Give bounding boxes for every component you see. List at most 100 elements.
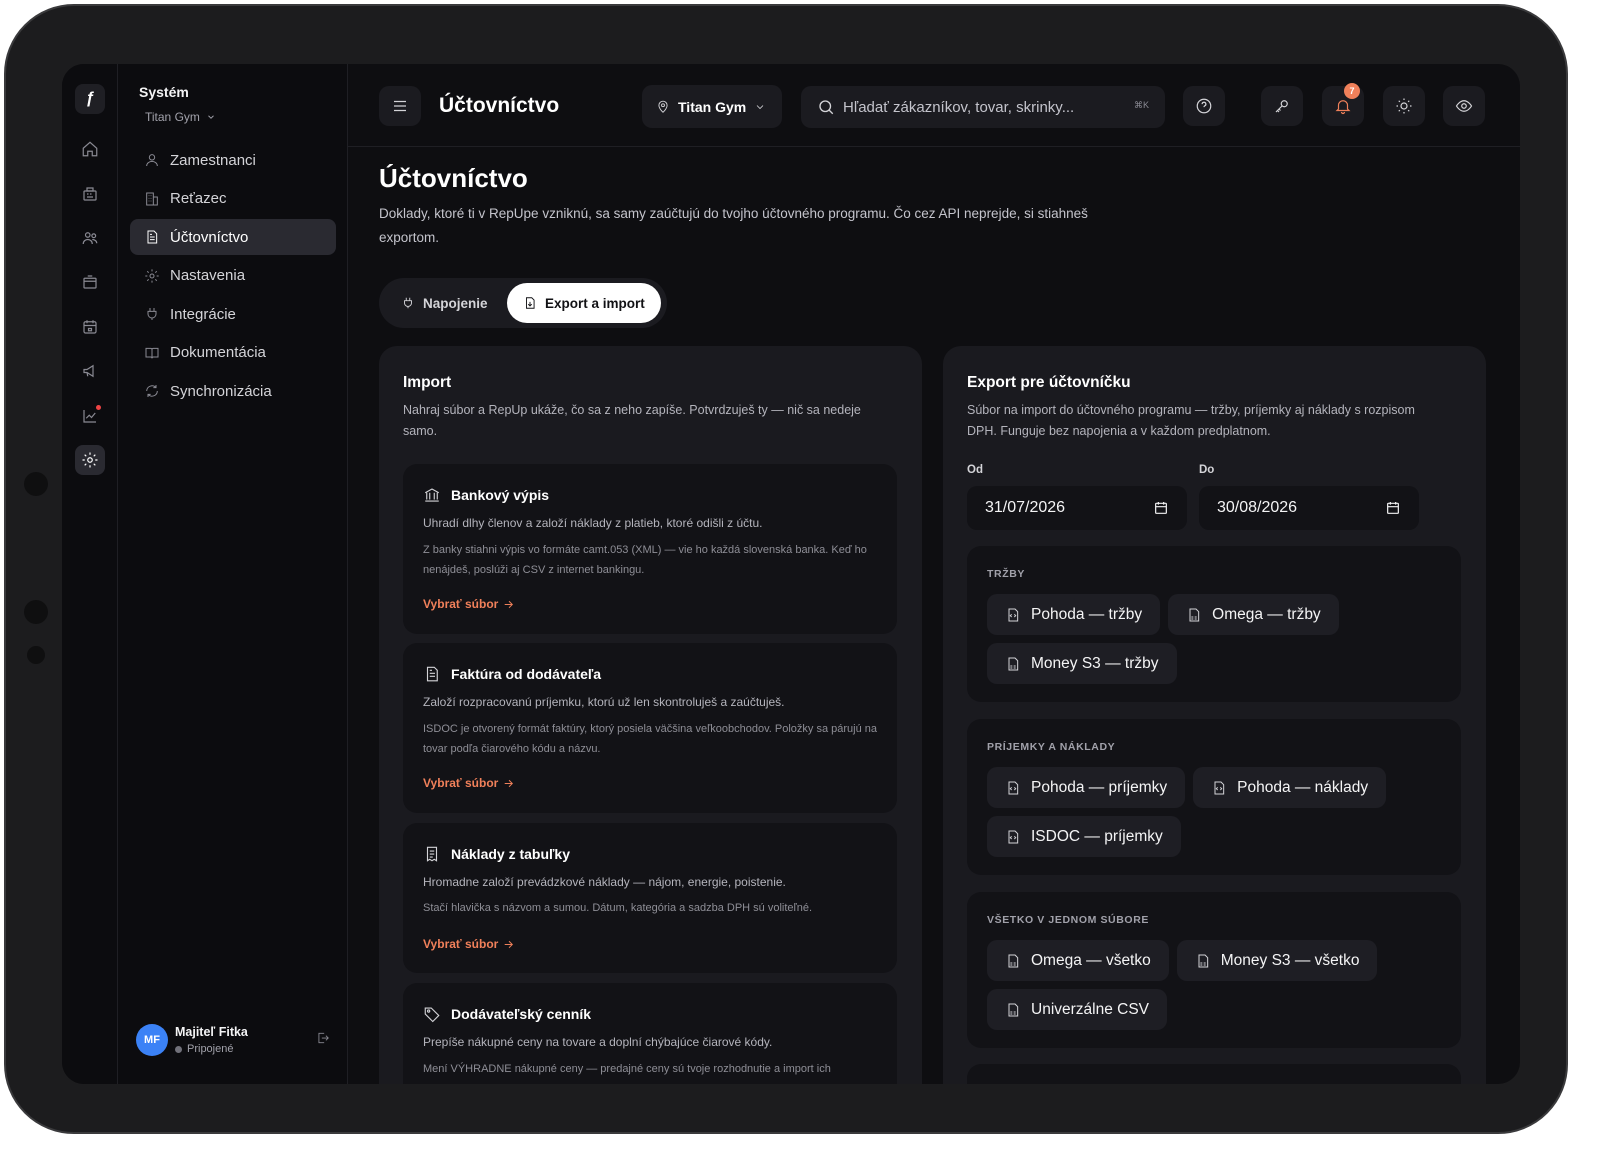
hamburger-icon xyxy=(394,100,406,112)
gear-icon xyxy=(145,268,159,283)
date-to-label: Do xyxy=(1199,464,1215,476)
export-money-vsetko-button[interactable]: Money S3 — všetko xyxy=(1176,940,1378,981)
document-icon xyxy=(147,230,158,244)
user-status-label: Pripojené xyxy=(187,1043,234,1055)
export-group-prijemky: PRÍJEMKY A NÁKLADY Pohoda — príjemky Poh… xyxy=(967,719,1461,875)
tab-export-import[interactable]: Export a import xyxy=(507,283,661,323)
status-dot xyxy=(175,1045,182,1053)
user-profile[interactable]: MF Majiteľ Fitka Pripojené xyxy=(136,1022,332,1058)
sidebar-item-label: Dokumentácia xyxy=(170,344,266,361)
invoice-icon xyxy=(426,666,438,682)
logout-icon[interactable] xyxy=(316,1031,332,1047)
rail-store-icon[interactable] xyxy=(75,267,105,297)
export-pohoda-trzby-button[interactable]: Pohoda — tržby xyxy=(987,594,1161,635)
import-item-invoice: Faktúra od dodávateľa Založí rozpracovan… xyxy=(403,643,897,813)
sidebar-nav: Zamestnanci Reťazec Účtovníctvo Nastaven… xyxy=(130,142,336,412)
select-file-label: Vybrať súbor xyxy=(423,937,499,951)
import-item-detail: Z banky stiahni výpis vo formáte camt.05… xyxy=(423,544,867,576)
theme-toggle[interactable] xyxy=(1383,86,1425,126)
sidebar-item-synchronizacia[interactable]: Synchronizácia xyxy=(130,373,336,409)
privacy-toggle[interactable] xyxy=(1443,86,1485,126)
import-card: Import Nahraj súbor a RepUp ukáže, čo sa… xyxy=(379,346,922,1084)
import-item-title: Bankový výpis xyxy=(451,487,550,503)
export-isdoc-prijemky-button[interactable]: ISDOC — príjemky xyxy=(987,816,1181,857)
page-title: Účtovníctvo xyxy=(379,163,528,193)
export-card: Export pre účtovníčku Súbor na import do… xyxy=(943,346,1486,1084)
sidebar-item-label: Integrácie xyxy=(170,305,236,323)
building-icon xyxy=(146,192,158,205)
rail-register-icon[interactable] xyxy=(75,179,105,209)
sidebar-item-retazec[interactable]: Reťazec xyxy=(130,181,336,217)
avatar: MF xyxy=(136,1024,168,1056)
rail-home-icon[interactable] xyxy=(75,134,105,164)
chip-label: Pohoda — príjemky xyxy=(1031,778,1168,796)
sidebar-item-zamestnanci[interactable]: Zamestnanci xyxy=(130,142,336,178)
gym-switcher[interactable]: Titan Gym xyxy=(145,110,216,124)
keys-button[interactable] xyxy=(1261,86,1303,126)
menu-button[interactable] xyxy=(379,86,421,126)
search-shortcut: ⌘K xyxy=(1133,100,1149,110)
notifications-button[interactable]: 7 xyxy=(1322,83,1364,126)
export-pohoda-naklady-button[interactable]: Pohoda — náklady xyxy=(1193,767,1387,808)
select-file-link[interactable]: Vybrať súbor xyxy=(423,776,515,790)
xml-file-icon xyxy=(1008,830,1019,843)
select-file-link[interactable]: Vybrať súbor xyxy=(423,597,515,611)
bell-icon xyxy=(1335,100,1351,115)
rail-megaphone-icon[interactable] xyxy=(75,356,105,386)
import-item-summary: Hromadne založí prevádzkové náklady — ná… xyxy=(423,875,786,889)
icon-rail: ƒ xyxy=(62,64,118,1084)
sidebar-item-label: Zamestnanci xyxy=(170,151,256,169)
rail-members-icon[interactable] xyxy=(75,223,105,253)
import-item-title: Dodávateľský cenník xyxy=(451,1006,592,1022)
sidebar-item-integracie[interactable]: Integrácie xyxy=(130,296,336,332)
import-item-summary: Uhradí dlhy členov a založí náklady z pl… xyxy=(423,516,763,530)
date-to-value: 30/08/2026 xyxy=(1217,499,1298,516)
sidebar-item-uctovnictvo[interactable]: Účtovníctvo xyxy=(130,219,336,255)
rail-settings-icon[interactable] xyxy=(75,445,105,475)
export-universal-csv-button[interactable]: Univerzálne CSV xyxy=(987,989,1168,1030)
export-group-trzby: TRŽBY Pohoda — tržby Omega — tržby Money… xyxy=(967,546,1461,702)
rail-chart-icon[interactable] xyxy=(75,401,105,431)
eye-icon xyxy=(1455,100,1473,112)
export-money-trzby-button[interactable]: Money S3 — tržby xyxy=(987,643,1177,684)
app-logo[interactable]: ƒ xyxy=(75,84,105,114)
date-from-input[interactable]: 31/07/2026 xyxy=(967,486,1187,530)
help-icon xyxy=(1196,98,1212,114)
file-transfer-icon xyxy=(526,297,535,309)
rail-calendar-icon[interactable] xyxy=(75,312,105,342)
date-to-input[interactable]: 30/08/2026 xyxy=(1199,486,1419,530)
sidebar-item-nastavenia[interactable]: Nastavenia xyxy=(130,258,336,294)
export-group-label: TRŽBY xyxy=(987,568,1025,580)
import-item-bank: Bankový výpis Uhradí dlhy členov a založ… xyxy=(403,464,897,634)
csv-file-icon xyxy=(1189,608,1200,621)
chip-label: Omega — tržby xyxy=(1212,605,1321,623)
help-button[interactable] xyxy=(1183,86,1225,126)
user-status: Pripojené xyxy=(175,1043,248,1055)
xml-file-icon xyxy=(1008,608,1019,621)
select-file-link[interactable]: Vybrať súbor xyxy=(423,937,515,951)
tablet-frame: ƒ Systém Titan Gym Zamestnanci Reťazec Ú… xyxy=(4,4,1568,1134)
csv-file-icon xyxy=(1008,954,1019,967)
gym-switcher-label: Titan Gym xyxy=(145,110,200,124)
sync-icon xyxy=(146,385,158,397)
location-label: Titan Gym xyxy=(678,98,747,115)
import-item-detail: ISDOC je otvorený formát faktúry, ktorý … xyxy=(423,723,878,755)
export-group-label: VŠETKO V JEDNOM SÚBORE xyxy=(987,914,1149,926)
sidebar-item-dokumentacia[interactable]: Dokumentácia xyxy=(130,335,336,371)
export-pohoda-prijemky-button[interactable]: Pohoda — príjemky xyxy=(987,767,1186,808)
export-omega-vsetko-button[interactable]: Omega — všetko xyxy=(987,940,1169,981)
sidebar-item-label: Reťazec xyxy=(170,190,227,207)
tab-napojenie[interactable]: Napojenie xyxy=(385,283,504,323)
import-item-title: Náklady z tabuľky xyxy=(451,846,570,862)
import-item-pricelist: Dodávateľský cenník Prepíše nákupné ceny… xyxy=(403,983,897,1084)
user-name: Majiteľ Fitka xyxy=(175,1025,248,1039)
page-description: Doklady, ktoré ti v RepUpe vzniknú, sa s… xyxy=(379,206,1088,245)
export-title: Export pre účtovníčku xyxy=(967,374,1131,391)
sun-icon xyxy=(1396,98,1412,114)
page-header-title: Účtovníctvo xyxy=(439,94,560,117)
chip-label: Pohoda — náklady xyxy=(1237,778,1369,796)
search-input[interactable]: Hľadať zákazníkov, tovar, skrinky... ⌘K xyxy=(801,86,1165,128)
date-from-value: 31/07/2026 xyxy=(985,499,1066,516)
export-omega-trzby-button[interactable]: Omega — tržby xyxy=(1168,594,1339,635)
location-selector[interactable]: Titan Gym xyxy=(642,85,782,128)
